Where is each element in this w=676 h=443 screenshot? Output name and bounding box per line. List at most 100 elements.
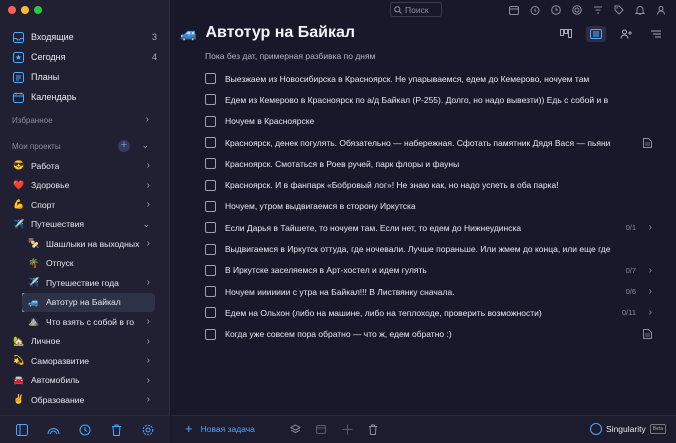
nav-inbox[interactable]: Входящие 3 xyxy=(0,27,170,47)
task-row[interactable]: Едем на Ольхон (либо на машине, либо на … xyxy=(205,302,660,323)
favorites-chevron-icon[interactable]: › xyxy=(146,114,149,125)
add-member-icon[interactable] xyxy=(616,26,636,42)
project-item[interactable]: 🍢 Шашлыки на выходных › xyxy=(0,234,170,254)
task-checkbox[interactable] xyxy=(205,137,216,149)
date-icon[interactable] xyxy=(315,423,327,435)
layers-icon[interactable] xyxy=(289,423,301,435)
delete-icon[interactable] xyxy=(367,423,379,435)
task-title[interactable]: Ночуем, утром выдвигаемся в сторону Ирку… xyxy=(225,201,416,211)
project-item[interactable]: ❤️ Здоровье › xyxy=(0,176,170,196)
filter-icon[interactable] xyxy=(592,4,604,16)
trash-icon[interactable] xyxy=(110,423,124,437)
account-icon[interactable] xyxy=(655,4,667,16)
chevron-right-icon[interactable]: › xyxy=(147,394,150,405)
task-row[interactable]: Ночуем иииииии с утра на Байкал!!! В Лис… xyxy=(205,281,660,302)
task-row[interactable]: В Иркутске заселяемся в Арт-хостел и иде… xyxy=(205,260,660,281)
habit-icon[interactable] xyxy=(571,4,583,16)
project-item-active[interactable]: 🚙 Автотур на Байкал xyxy=(22,292,155,312)
task-title[interactable]: Ночуем иииииии с утра на Байкал!!! В Лис… xyxy=(225,287,455,297)
task-checkbox[interactable] xyxy=(205,307,216,319)
chevron-right-icon[interactable]: › xyxy=(147,355,150,366)
task-row[interactable]: Красноярск, денек погулять. Обязательно … xyxy=(205,132,660,153)
project-item[interactable]: ✈️ Путешествие года › xyxy=(0,273,170,293)
task-title[interactable]: Красноярск. Смотаться в Роев ручей, парк… xyxy=(225,159,459,169)
task-title[interactable]: Едем из Кемерово в Красноярск по а/д Бай… xyxy=(225,95,608,105)
projects-collapse-icon[interactable]: ⌄ xyxy=(141,140,149,151)
chevron-right-icon[interactable]: › xyxy=(147,180,150,191)
project-item[interactable]: 💪 Спорт › xyxy=(0,195,170,215)
expand-chevron-icon[interactable]: › xyxy=(649,265,652,276)
project-item[interactable]: 💫 Саморазвитие › xyxy=(0,351,170,371)
list-view-icon[interactable] xyxy=(586,26,606,42)
minimize-window-button[interactable] xyxy=(21,6,29,14)
clock-icon[interactable] xyxy=(550,4,562,16)
task-checkbox[interactable] xyxy=(205,200,216,212)
chevron-right-icon[interactable]: › xyxy=(147,277,150,288)
page-title[interactable]: Автотур на Байкал xyxy=(205,24,355,42)
chevron-down-icon[interactable]: ⌄ xyxy=(142,219,150,230)
zoom-window-button[interactable] xyxy=(34,6,42,14)
task-checkbox[interactable] xyxy=(205,158,216,170)
calendar-icon[interactable] xyxy=(508,4,520,16)
task-title[interactable]: Красноярск, денек погулять. Обязательно … xyxy=(225,138,610,148)
close-window-button[interactable] xyxy=(8,6,16,14)
task-row[interactable]: Едем из Кемерово в Красноярск по а/д Бай… xyxy=(205,89,660,110)
task-checkbox[interactable] xyxy=(205,243,216,255)
new-task-button[interactable]: + Новая задача xyxy=(185,422,255,435)
history-icon[interactable] xyxy=(78,423,92,437)
chevron-right-icon[interactable]: › xyxy=(147,238,150,249)
task-title[interactable]: Ночуем в Красноярске xyxy=(225,116,314,126)
task-row[interactable]: Ночуем, утром выдвигаемся в сторону Ирку… xyxy=(205,196,660,217)
chevron-right-icon[interactable]: › xyxy=(147,199,150,210)
bell-icon[interactable] xyxy=(634,4,646,16)
chevron-right-icon[interactable]: › xyxy=(147,316,150,327)
project-item[interactable]: 🏡 Личное › xyxy=(0,332,170,352)
project-item[interactable]: ⛰️ Что взять с собой в го › xyxy=(0,312,170,332)
task-title[interactable]: Едем на Ольхон (либо на машине, либо на … xyxy=(225,308,542,318)
task-checkbox[interactable] xyxy=(205,222,216,234)
task-row[interactable]: Красноярск. Смотаться в Роев ручей, парк… xyxy=(205,153,660,174)
task-row[interactable]: Когда уже совсем пора обратно — что ж, е… xyxy=(205,324,660,345)
project-item[interactable]: ✈️ Путешествия ⌄ xyxy=(0,215,170,235)
task-title[interactable]: Когда уже совсем пора обратно — что ж, е… xyxy=(225,329,452,339)
task-row[interactable]: Выезжаем из Новосибирска в Красноярск. Н… xyxy=(205,68,660,89)
task-title[interactable]: Выезжаем из Новосибирска в Красноярск. Н… xyxy=(225,74,589,84)
chevron-right-icon[interactable]: › xyxy=(147,160,150,171)
task-checkbox[interactable] xyxy=(205,179,216,191)
task-row[interactable]: Если Дарья в Тайшете, то ночуем там. Есл… xyxy=(205,217,660,238)
board-view-icon[interactable] xyxy=(556,26,576,42)
task-checkbox[interactable] xyxy=(205,115,216,127)
task-row[interactable]: Ночуем в Красноярске xyxy=(205,111,660,132)
sync-icon[interactable] xyxy=(46,423,60,437)
expand-chevron-icon[interactable]: › xyxy=(649,222,652,233)
chevron-right-icon[interactable]: › xyxy=(147,375,150,386)
task-checkbox[interactable] xyxy=(205,73,216,85)
project-item[interactable]: 🚘 Автомобиль › xyxy=(0,371,170,391)
projects-header[interactable]: Мои проекты xyxy=(12,142,61,151)
favorites-header[interactable]: Избранное xyxy=(12,116,53,125)
project-item[interactable]: 🌴 Отпуск xyxy=(0,254,170,274)
settings-gear-icon[interactable] xyxy=(141,423,155,437)
layout-icon[interactable] xyxy=(15,423,29,437)
add-project-button[interactable]: + xyxy=(118,140,130,152)
timer-icon[interactable] xyxy=(529,4,541,16)
sort-menu-icon[interactable] xyxy=(646,26,666,42)
task-checkbox[interactable] xyxy=(205,94,216,106)
nav-calendar[interactable]: Календарь xyxy=(0,87,170,107)
project-item[interactable]: 😎 Работа › xyxy=(0,156,170,176)
project-subtitle[interactable]: Пока без дат, примерная разбивка по дням xyxy=(205,51,375,61)
task-checkbox[interactable] xyxy=(205,328,216,340)
note-icon[interactable] xyxy=(643,329,652,340)
expand-chevron-icon[interactable]: › xyxy=(649,286,652,297)
task-row[interactable]: Выдвигаемся в Иркутск оттуда, где ночева… xyxy=(205,238,660,259)
task-title[interactable]: Если Дарья в Тайшете, то ночуем там. Есл… xyxy=(225,223,521,233)
nav-today[interactable]: Сегодня 4 xyxy=(0,47,170,67)
expand-chevron-icon[interactable]: › xyxy=(649,307,652,318)
task-title[interactable]: В Иркутске заселяемся в Арт-хостел и иде… xyxy=(225,265,427,275)
task-checkbox[interactable] xyxy=(205,286,216,298)
task-title[interactable]: Красноярск. И в фанпарк «Бобровый лог»! … xyxy=(225,180,559,190)
note-icon[interactable] xyxy=(643,137,652,148)
task-title[interactable]: Выдвигаемся в Иркутск оттуда, где ночева… xyxy=(225,244,611,254)
task-row[interactable]: Красноярск. И в фанпарк «Бобровый лог»! … xyxy=(205,174,660,195)
nav-plans[interactable]: Планы xyxy=(0,67,170,87)
